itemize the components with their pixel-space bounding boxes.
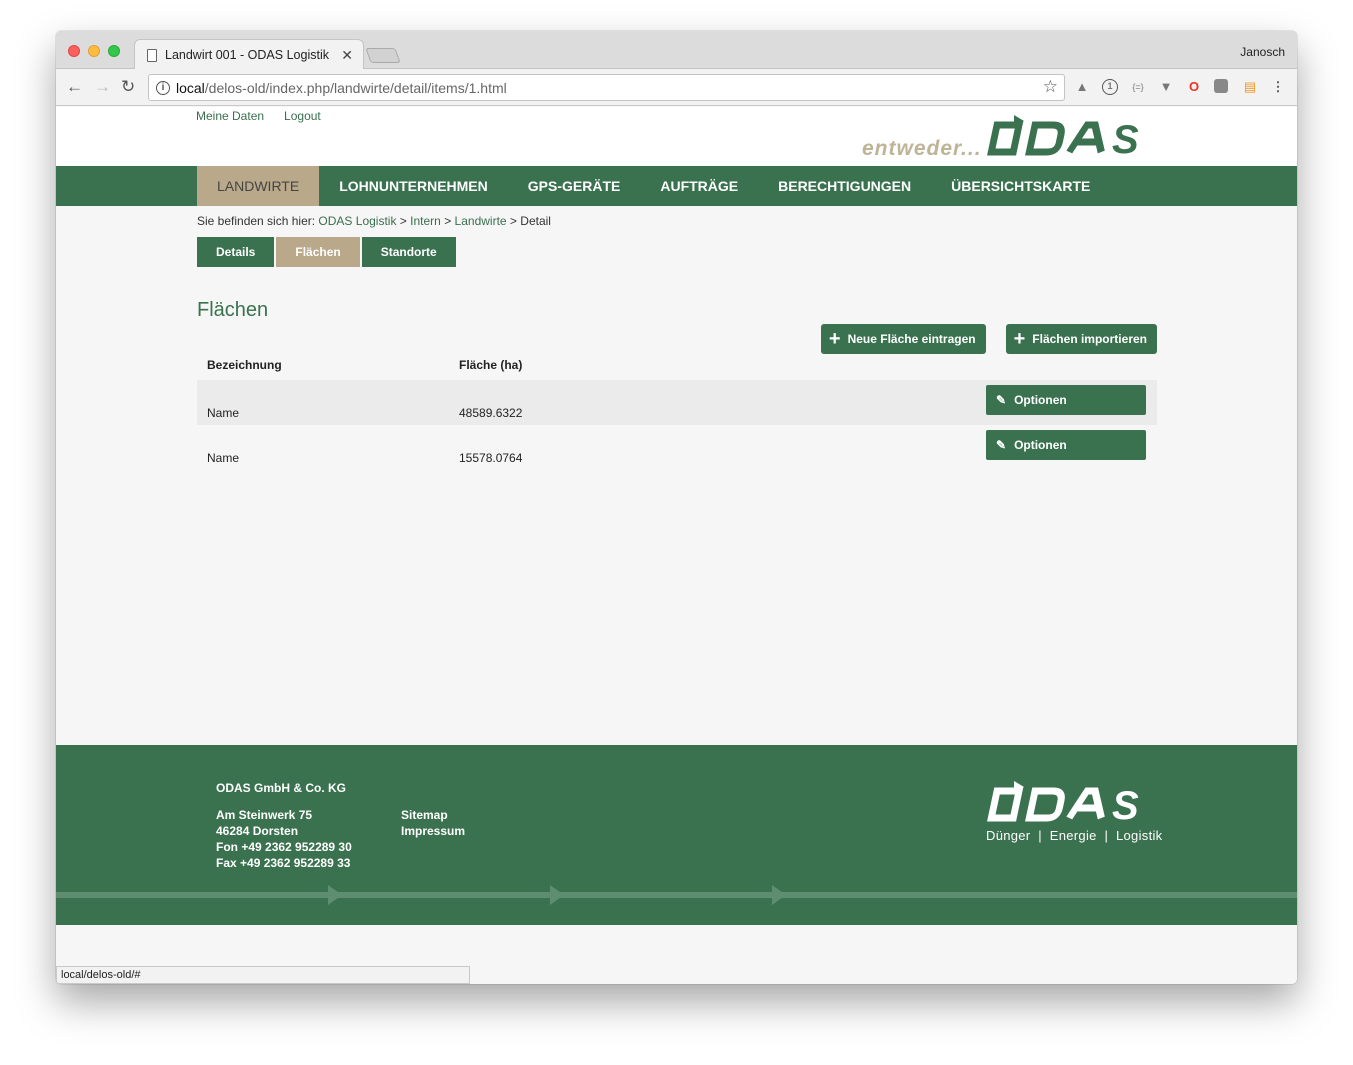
breadcrumb-intern[interactable]: Intern xyxy=(410,214,441,228)
options-label: Optionen xyxy=(1014,438,1067,452)
address-bar[interactable]: i local/delos-old/index.php/landwirte/de… xyxy=(148,74,1065,101)
status-bar: local/delos-old/# xyxy=(56,966,470,984)
maximize-window-icon[interactable] xyxy=(108,45,120,57)
bookmark-star-icon[interactable]: ☆ xyxy=(1043,77,1058,97)
breadcrumb-separator: > xyxy=(509,214,517,228)
plus-icon: + xyxy=(828,328,841,350)
nav-item-gps-geraete[interactable]: GPS-GERÄTE xyxy=(508,166,641,206)
minimize-window-icon[interactable] xyxy=(88,45,100,57)
address-city: 46284 Dorsten xyxy=(216,824,299,838)
document-icon xyxy=(147,48,157,62)
tab-title: Landwirt 001 - ODAS Logistik xyxy=(165,48,329,62)
footer-links: Sitemap Impressum xyxy=(401,807,465,839)
odas-logo[interactable]: S xyxy=(986,111,1158,159)
footer-arrow-line xyxy=(56,892,1297,898)
sub-tabs: Details Flächen Standorte xyxy=(197,237,456,267)
column-header-flaeche: Fläche (ha) xyxy=(459,358,523,372)
extension-square-icon[interactable] xyxy=(1214,79,1228,93)
row-name: Name xyxy=(197,380,449,425)
close-window-icon[interactable] xyxy=(68,45,80,57)
back-icon[interactable]: ← xyxy=(66,77,83,97)
breadcrumb-separator: > xyxy=(444,214,452,228)
options-button[interactable]: ✎ Optionen xyxy=(986,430,1146,460)
tab-details[interactable]: Details xyxy=(197,237,275,267)
row-name: Name xyxy=(207,451,240,465)
profile-name[interactable]: Janosch xyxy=(1240,45,1285,59)
pencil-icon: ✎ xyxy=(996,438,1007,452)
browser-window: Landwirt 001 - ODAS Logistik ✕ Janosch ←… xyxy=(56,31,1297,984)
nav-item-landwirte[interactable]: LANDWIRTE xyxy=(197,166,320,206)
sitemap-link[interactable]: Sitemap xyxy=(401,807,465,823)
breadcrumb-odas-logistik[interactable]: ODAS Logistik xyxy=(318,214,396,228)
browser-tab[interactable]: Landwirt 001 - ODAS Logistik ✕ xyxy=(134,39,364,70)
table-row: Name 48589.6322 ✎ Optionen xyxy=(197,380,1157,425)
row-area: 48589.6322 xyxy=(449,380,977,425)
footer-address: Am Steinwerk 75 46284 Dorsten Fon +49 23… xyxy=(216,807,352,871)
logout-link[interactable]: Logout xyxy=(284,109,321,123)
options-button[interactable]: ✎ Optionen xyxy=(986,385,1146,415)
areas-table: Bezeichnung Fläche (ha) Name 48589.6322 … xyxy=(197,350,1157,470)
footer-tagline: Dünger | Energie | Logistik xyxy=(986,828,1163,843)
nav-item-auftraege[interactable]: AUFTRÄGE xyxy=(640,166,758,206)
tab-standorte[interactable]: Standorte xyxy=(361,237,456,267)
nav-item-lohnunternehmen[interactable]: LOHNUNTERNEHMEN xyxy=(319,166,508,206)
meine-daten-link[interactable]: Meine Daten xyxy=(196,109,264,123)
url-text: local/delos-old/index.php/landwirte/deta… xyxy=(176,80,507,96)
nav-item-uebersichtskarte[interactable]: ÜBERSICHTSKARTE xyxy=(931,166,1110,206)
browser-toolbar: ← → ↻ i local/delos-old/index.php/landwi… xyxy=(56,69,1297,106)
drive-extension-icon[interactable]: ▲ xyxy=(1074,79,1090,95)
footer-company: ODAS GmbH & Co. KG xyxy=(216,781,347,795)
arrow-icon xyxy=(550,885,564,905)
main-navigation: LANDWIRTE LOHNUNTERNEHMEN GPS-GERÄTE AUF… xyxy=(56,166,1297,206)
tab-flaechen[interactable]: Flächen xyxy=(276,237,360,267)
breadcrumb-landwirte[interactable]: Landwirte xyxy=(455,214,507,228)
page-title: Flächen xyxy=(197,299,269,321)
arrow-icon xyxy=(772,885,786,905)
pencil-icon: ✎ xyxy=(996,393,1007,407)
column-header-bezeichnung: Bezeichnung xyxy=(207,358,282,372)
site-footer: ODAS GmbH & Co. KG Am Steinwerk 75 46284… xyxy=(56,745,1297,925)
json-extension-icon[interactable]: {=} xyxy=(1130,79,1146,95)
password-extension-icon[interactable]: 1 xyxy=(1102,79,1118,95)
tab-bar: Landwirt 001 - ODAS Logistik ✕ Janosch xyxy=(56,31,1297,70)
table-header: Bezeichnung Fläche (ha) xyxy=(197,350,1157,380)
footer-odas-logo: S xyxy=(987,781,1139,825)
menu-dots-icon[interactable]: ⋮ xyxy=(1270,79,1286,95)
breadcrumb: Sie befinden sich hier: ODAS Logistik > … xyxy=(197,214,551,228)
row-area: 15578.0764 xyxy=(459,451,523,465)
table-row: Name 15578.0764 ✎ Optionen xyxy=(197,425,1157,470)
svg-text:S: S xyxy=(1112,784,1139,825)
import-areas-label: Flächen importieren xyxy=(1032,332,1147,346)
logo-slogan: entweder... xyxy=(862,137,982,160)
breadcrumb-prefix: Sie befinden sich hier: xyxy=(197,214,316,228)
address-phone: Fon +49 2362 952289 30 xyxy=(216,840,352,854)
options-label: Optionen xyxy=(1014,393,1067,407)
info-icon[interactable]: i xyxy=(156,81,170,95)
tab-close-icon[interactable]: ✕ xyxy=(341,47,353,64)
calculator-extension-icon[interactable]: ▤ xyxy=(1242,79,1258,95)
opera-extension-icon[interactable]: O xyxy=(1186,79,1202,95)
forward-icon[interactable]: → xyxy=(94,77,111,97)
web-page: Meine Daten Logout entweder... S LANDWIR… xyxy=(56,107,1297,984)
breadcrumb-separator: > xyxy=(399,214,407,228)
new-area-label: Neue Fläche eintragen xyxy=(847,332,976,346)
site-header: Meine Daten Logout entweder... S xyxy=(56,107,1297,166)
reload-icon[interactable]: ↻ xyxy=(121,77,135,97)
arrow-icon xyxy=(328,885,342,905)
vue-extension-icon[interactable]: ▼ xyxy=(1158,79,1174,95)
top-links: Meine Daten Logout xyxy=(196,109,321,123)
breadcrumb-current: Detail xyxy=(520,214,551,228)
nav-item-berechtigungen[interactable]: BERECHTIGUNGEN xyxy=(758,166,931,206)
impressum-link[interactable]: Impressum xyxy=(401,823,465,839)
svg-text:S: S xyxy=(1112,118,1139,159)
address-fax: Fax +49 2362 952289 33 xyxy=(216,856,351,870)
plus-icon: + xyxy=(1013,328,1026,350)
new-tab-button[interactable] xyxy=(365,48,401,63)
address-street: Am Steinwerk 75 xyxy=(216,808,313,822)
